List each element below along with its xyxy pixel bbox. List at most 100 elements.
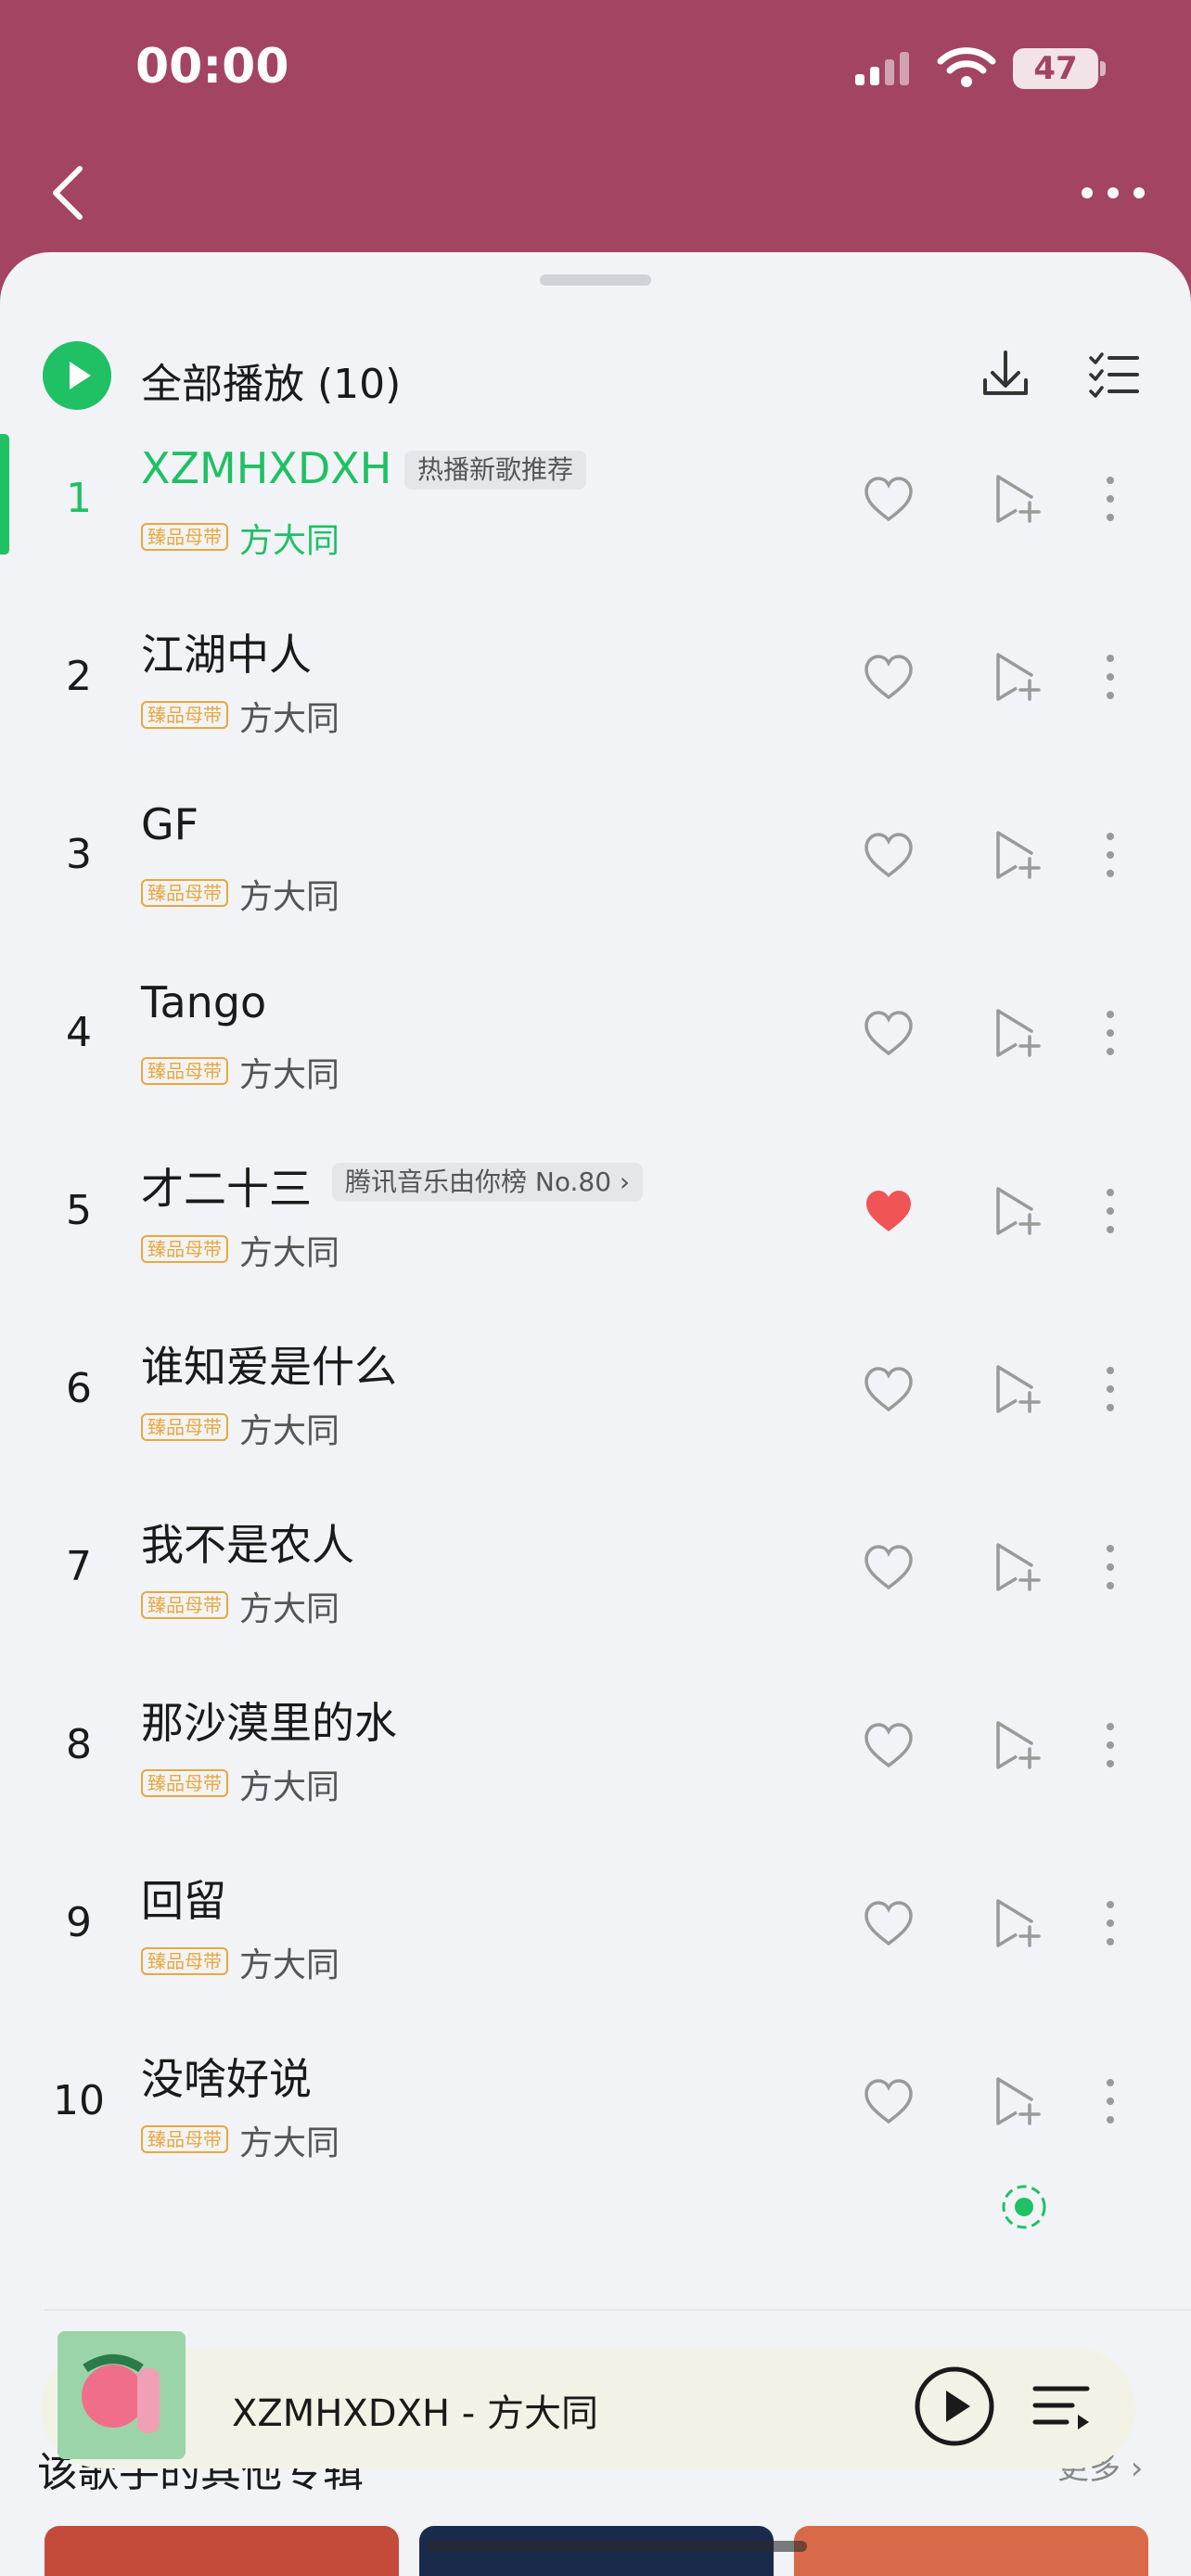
song-count: (10) — [317, 361, 402, 408]
add-to-playlist-icon[interactable] — [989, 827, 1044, 883]
song-more-icon[interactable] — [1096, 1539, 1124, 1595]
list-header: 全部播放 (10) — [0, 341, 1191, 430]
heart-icon[interactable] — [861, 1539, 916, 1595]
song-title: Tango — [141, 977, 267, 1027]
quality-badge: 臻品母带 — [141, 1769, 228, 1797]
song-index: 3 — [66, 831, 92, 878]
song-row[interactable]: 1 XZMHXDXH 热播新歌推荐臻品母带 方大同 — [0, 434, 1191, 612]
song-more-icon[interactable] — [1096, 827, 1124, 883]
add-to-playlist-icon[interactable] — [989, 1895, 1044, 1951]
heart-icon[interactable] — [861, 2073, 916, 2129]
signal-icon — [855, 52, 909, 85]
song-more-icon[interactable] — [1096, 1361, 1124, 1417]
mini-player[interactable]: XZMHXDXH - 方大同 — [41, 2331, 1135, 2468]
song-index: 4 — [66, 1009, 92, 1056]
heart-icon[interactable] — [861, 1895, 916, 1951]
add-to-playlist-icon[interactable] — [989, 649, 1044, 705]
download-icon[interactable] — [978, 347, 1033, 402]
add-to-playlist-icon[interactable] — [989, 471, 1044, 527]
song-row[interactable]: 6 谁知爱是什么 臻品母带 方大同 — [0, 1324, 1191, 1502]
song-title: XZMHXDXH — [141, 443, 392, 493]
quality-badge: 臻品母带 — [141, 1057, 228, 1085]
play-pause-icon[interactable] — [913, 2365, 996, 2448]
song-more-icon[interactable] — [1096, 649, 1124, 705]
song-index: 10 — [53, 2077, 105, 2124]
heart-icon[interactable] — [861, 471, 916, 527]
song-row[interactable]: 8 那沙漠里的水 臻品母带 方大同 — [0, 1680, 1191, 1858]
more-options-icon[interactable] — [1076, 182, 1150, 204]
song-index: 5 — [66, 1187, 92, 1234]
quality-badge: 臻品母带 — [141, 701, 228, 729]
add-to-playlist-icon[interactable] — [989, 1005, 1044, 1061]
heart-filled-icon[interactable] — [861, 1183, 916, 1239]
heart-icon[interactable] — [861, 1361, 916, 1417]
song-index: 9 — [66, 1899, 92, 1946]
song-title: GF — [141, 799, 199, 849]
song-more-icon[interactable] — [1096, 1005, 1124, 1061]
song-index: 7 — [66, 1543, 92, 1590]
album-thumb[interactable] — [45, 2526, 399, 2576]
playlist-icon[interactable] — [1030, 2376, 1093, 2439]
add-to-playlist-icon[interactable] — [989, 1361, 1044, 1417]
heart-icon[interactable] — [861, 649, 916, 705]
song-more-icon[interactable] — [1096, 2073, 1124, 2129]
song-more-icon[interactable] — [1096, 1895, 1124, 1951]
home-indicator — [427, 2541, 807, 2552]
play-all-button[interactable] — [43, 341, 111, 410]
heart-icon[interactable] — [861, 1005, 916, 1061]
locate-current-song-icon[interactable] — [996, 2179, 1052, 2235]
status-time: 00:00 — [135, 39, 289, 95]
song-tag[interactable]: 热播新歌推荐 — [404, 451, 587, 490]
song-more-icon[interactable] — [1096, 1183, 1124, 1239]
heart-icon[interactable] — [861, 827, 916, 883]
add-to-playlist-icon[interactable] — [989, 1183, 1044, 1239]
song-row[interactable]: 7 我不是农人 臻品母带 方大同 — [0, 1502, 1191, 1680]
quality-badge: 臻品母带 — [141, 879, 228, 907]
wifi-icon — [937, 47, 996, 87]
song-more-icon[interactable] — [1096, 1717, 1124, 1773]
add-to-playlist-icon[interactable] — [989, 1539, 1044, 1595]
song-title: 才二十三 — [141, 1164, 312, 1214]
play-icon — [70, 362, 91, 389]
song-index: 8 — [66, 1721, 92, 1768]
song-artist[interactable]: 方大同 — [239, 1938, 339, 1986]
song-title: 谁知爱是什么 — [141, 1342, 397, 1392]
song-index: 1 — [66, 475, 92, 522]
quality-badge: 臻品母带 — [141, 1235, 228, 1263]
add-to-playlist-icon[interactable] — [989, 2073, 1044, 2129]
drag-handle[interactable] — [540, 274, 651, 286]
song-artist[interactable]: 方大同 — [239, 1404, 339, 1452]
multi-select-icon[interactable] — [1085, 347, 1141, 402]
song-artist[interactable]: 方大同 — [239, 1760, 339, 1808]
song-more-icon[interactable] — [1096, 471, 1124, 527]
song-tag[interactable]: 腾讯音乐由你榜 No.80 › — [332, 1163, 644, 1202]
song-title: 我不是农人 — [141, 1520, 354, 1570]
song-artist[interactable]: 方大同 — [239, 2116, 339, 2164]
list-divider — [45, 2309, 1191, 2311]
album-cover[interactable] — [58, 2331, 186, 2459]
play-all-label[interactable]: 全部播放 (10) — [141, 351, 401, 410]
now-playing-title: XZMHXDXH - 方大同 — [232, 2392, 598, 2435]
heart-icon[interactable] — [861, 1717, 916, 1773]
song-artist[interactable]: 方大同 — [239, 514, 339, 562]
song-row[interactable]: 3 GF 臻品母带 方大同 — [0, 790, 1191, 968]
quality-badge: 臻品母带 — [141, 2125, 228, 2153]
quality-badge: 臻品母带 — [141, 523, 228, 551]
album-thumb[interactable] — [794, 2526, 1148, 2576]
song-row[interactable]: 5 才二十三 腾讯音乐由你榜 No.80 › 臻品母带 方大同 — [0, 1146, 1191, 1324]
song-title: 没啥好说 — [141, 2054, 312, 2104]
song-artist[interactable]: 方大同 — [239, 1226, 339, 1274]
song-artist[interactable]: 方大同 — [239, 1582, 339, 1630]
song-row[interactable]: 9 回留 臻品母带 方大同 — [0, 1858, 1191, 2036]
song-list-sheet: 全部播放 (10) 1 XZMHXDXH 热播新歌推荐 臻品母带 方大同 2 江湖中人 臻品母… — [0, 252, 1191, 2576]
battery-indicator: 47 — [1013, 48, 1098, 89]
add-to-playlist-icon[interactable] — [989, 1717, 1044, 1773]
album-art-icon — [58, 2331, 186, 2459]
song-row[interactable]: 2 江湖中人 臻品母带 方大同 — [0, 612, 1191, 790]
song-artist[interactable]: 方大同 — [239, 1048, 339, 1096]
song-index: 2 — [66, 653, 92, 700]
back-icon[interactable] — [46, 163, 91, 223]
song-artist[interactable]: 方大同 — [239, 692, 339, 740]
song-row[interactable]: 4 Tango 臻品母带 方大同 — [0, 968, 1191, 1146]
song-artist[interactable]: 方大同 — [239, 870, 339, 918]
